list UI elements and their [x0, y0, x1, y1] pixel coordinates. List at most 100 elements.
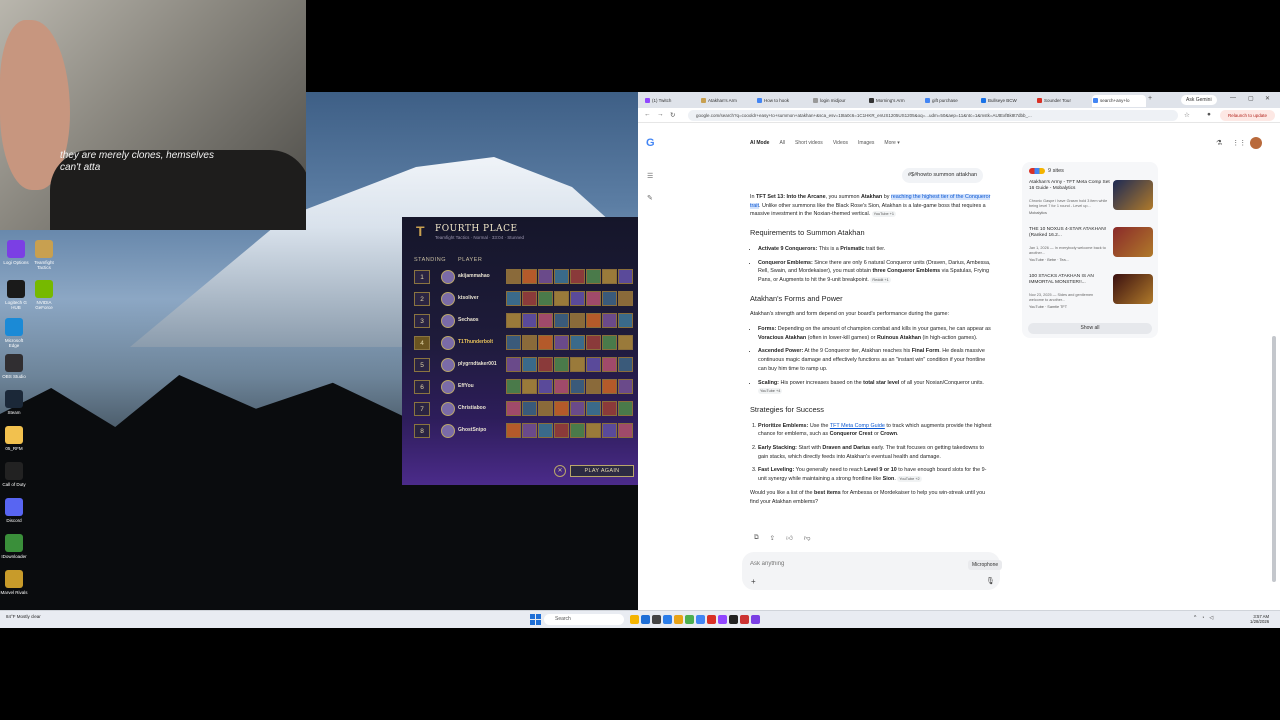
champion-portrait[interactable] — [538, 269, 553, 284]
champion-portrait[interactable] — [522, 335, 537, 350]
desktop-icon[interactable]: Steam — [0, 390, 28, 415]
champion-portrait[interactable] — [506, 335, 521, 350]
close-window-icon[interactable]: ✕ — [1265, 95, 1270, 102]
desktop-icon[interactable]: Microsoft Edge — [0, 318, 28, 348]
champion-portrait[interactable] — [522, 423, 537, 438]
champion-portrait[interactable] — [570, 335, 585, 350]
clock[interactable]: 3:57 AM 1/28/2026 — [1250, 614, 1269, 624]
champion-portrait[interactable] — [506, 269, 521, 284]
champion-portrait[interactable] — [602, 379, 617, 394]
source-card[interactable]: THE 10 NOXUS 4-STAR ATAKHAN! (Ranked 16.… — [1029, 227, 1153, 267]
champion-portrait[interactable] — [602, 401, 617, 416]
champion-portrait[interactable] — [538, 291, 553, 306]
tft-standing-row[interactable]: 5 plygrndtaker001 — [414, 357, 638, 375]
microphone-icon[interactable]: 🎙︎ — [986, 577, 995, 585]
browser-tab[interactable]: (1) Twitch — [644, 95, 698, 107]
tft-standing-row[interactable]: 6 EffYou — [414, 379, 638, 397]
champion-portrait[interactable] — [554, 379, 569, 394]
champion-portrait[interactable] — [570, 423, 585, 438]
tft-close-button[interactable]: ✕ — [554, 465, 566, 477]
taskbar-app-icon[interactable] — [751, 615, 760, 624]
champion-portrait[interactable] — [522, 379, 537, 394]
champion-portrait[interactable] — [554, 291, 569, 306]
desktop-icon[interactable]: 05_RFM — [0, 426, 28, 451]
taskbar-app-icon[interactable] — [740, 615, 749, 624]
forward-icon[interactable]: → — [657, 111, 664, 118]
champion-portrait[interactable] — [506, 291, 521, 306]
tft-standing-row[interactable]: 8 GhostSnipo — [414, 423, 638, 441]
bookmark-star-icon[interactable]: ☆ — [1184, 111, 1190, 119]
tft-standing-row[interactable]: 3 Sechaos — [414, 313, 638, 331]
champion-portrait[interactable] — [618, 357, 633, 372]
champion-portrait[interactable] — [506, 423, 521, 438]
champion-portrait[interactable] — [618, 401, 633, 416]
labs-flask-icon[interactable]: ⚗ — [1216, 139, 1222, 147]
champion-portrait[interactable] — [586, 357, 601, 372]
google-logo-icon[interactable]: G — [646, 137, 655, 149]
browser-tab[interactable]: login midjour — [812, 95, 866, 107]
taskbar-search[interactable]: Search — [544, 614, 624, 625]
champion-portrait[interactable] — [554, 423, 569, 438]
back-icon[interactable]: ← — [644, 111, 651, 118]
desktop-icon[interactable]: OBS Studio — [0, 354, 28, 379]
champion-portrait[interactable] — [586, 313, 601, 328]
champion-portrait[interactable] — [586, 291, 601, 306]
champion-portrait[interactable] — [618, 291, 633, 306]
champion-portrait[interactable] — [522, 269, 537, 284]
champion-portrait[interactable] — [602, 423, 617, 438]
champion-portrait[interactable] — [506, 401, 521, 416]
meta-comp-guide-link[interactable]: TFT Meta Comp Guide — [830, 423, 885, 429]
source-chip[interactable]: YouTube +2 — [897, 476, 922, 483]
ask-anything-input[interactable] — [750, 561, 950, 567]
browser-tab[interactable]: Bullseye BCW — [980, 95, 1034, 107]
tft-standing-row[interactable]: 4 T1Thunderbolt — [414, 335, 638, 353]
champion-portrait[interactable] — [618, 423, 633, 438]
wifi-icon[interactable]: ◔ — [1201, 615, 1204, 621]
profile-icon[interactable]: ● — [1207, 111, 1211, 118]
champion-portrait[interactable] — [506, 379, 521, 394]
taskbar-app-icon[interactable] — [630, 615, 639, 624]
champion-portrait[interactable] — [570, 357, 585, 372]
minimize-icon[interactable]: — — [1230, 95, 1236, 101]
browser-tab[interactable]: Atakhan's Arm — [700, 95, 754, 107]
volume-icon[interactable]: ◁ — [1209, 615, 1213, 621]
champion-portrait[interactable] — [506, 357, 521, 372]
browser-tab[interactable]: How to hook — [756, 95, 810, 107]
source-chip[interactable]: YouTube +1 — [871, 211, 896, 218]
champion-portrait[interactable] — [618, 335, 633, 350]
apps-grid-icon[interactable]: ⋮⋮ — [1232, 139, 1246, 147]
history-icon[interactable]: ☰ — [647, 172, 653, 180]
thumbs-up-icon[interactable]: 👍︎ — [786, 534, 793, 542]
relaunch-update-button[interactable]: Relaunch to update — [1220, 110, 1275, 121]
taskbar-app-icon[interactable] — [652, 615, 661, 624]
tft-standing-row[interactable]: 2 ktsoliver — [414, 291, 638, 309]
plus-icon[interactable]: + — [751, 577, 756, 586]
source-thumbnail[interactable] — [1113, 180, 1153, 210]
champion-portrait[interactable] — [554, 335, 569, 350]
share-icon[interactable]: ⇪ — [770, 534, 775, 542]
source-chip[interactable]: Reddit +1 — [870, 276, 891, 283]
windows-start-icon[interactable] — [530, 614, 541, 625]
champion-portrait[interactable] — [570, 401, 585, 416]
champion-portrait[interactable] — [586, 423, 601, 438]
browser-tab[interactable]: search+any+lo — [1092, 95, 1146, 107]
champion-portrait[interactable] — [618, 269, 633, 284]
champion-portrait[interactable] — [586, 379, 601, 394]
champion-portrait[interactable] — [570, 379, 585, 394]
desktop-icon[interactable]: NVIDIA GeForce — [30, 280, 58, 310]
copy-icon[interactable]: ⧉ — [754, 534, 759, 542]
chevron-up-icon[interactable]: ^ — [1194, 615, 1196, 621]
champion-portrait[interactable] — [602, 335, 617, 350]
champion-portrait[interactable] — [522, 357, 537, 372]
new-tab-button[interactable]: + — [1148, 95, 1152, 102]
taskbar-app-icon[interactable] — [641, 615, 650, 624]
champion-portrait[interactable] — [522, 291, 537, 306]
champion-portrait[interactable] — [554, 357, 569, 372]
tft-standing-row[interactable]: 1 akijammahao — [414, 269, 638, 287]
taskbar-app-icon[interactable] — [718, 615, 727, 624]
tft-standing-row[interactable]: 7 Christiaboo — [414, 401, 638, 419]
desktop-icon[interactable]: IDownloader — [0, 534, 28, 559]
desktop-icon[interactable]: Logitech G HUB — [2, 280, 30, 310]
taskbar-app-icon[interactable] — [729, 615, 738, 624]
browser-tab[interactable]: gift purchase — [924, 95, 978, 107]
